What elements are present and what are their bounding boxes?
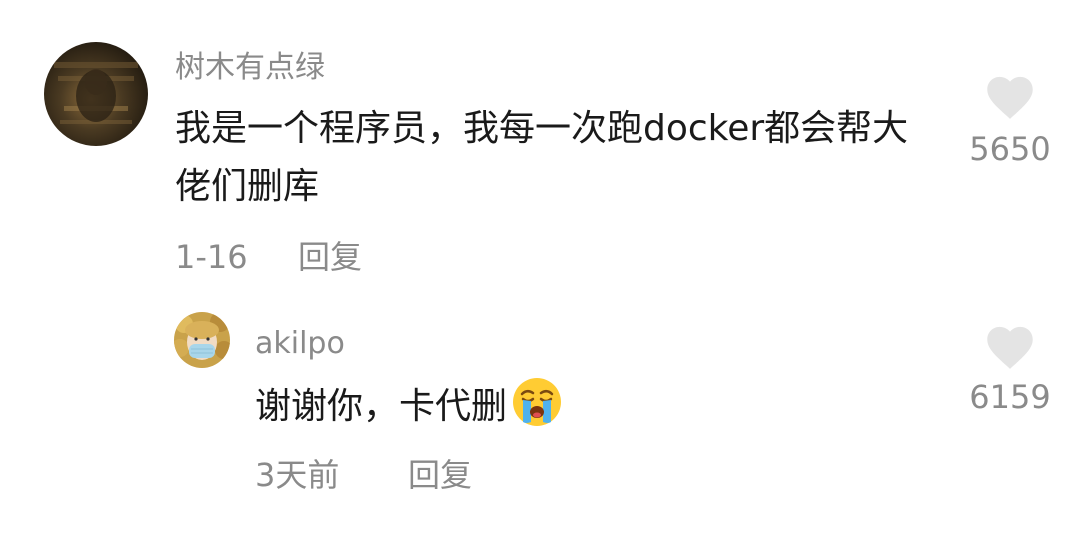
heart-icon — [987, 326, 1033, 369]
dark-photo-avatar[interactable] — [44, 42, 148, 146]
comment-text: 我是一个程序员，我每一次跑docker都会帮大佬们删库 — [175, 108, 909, 207]
like-button[interactable] — [982, 320, 1038, 374]
like-count: 5650 — [969, 130, 1051, 168]
reply-text: 谢谢你，卡代删 — [255, 386, 508, 427]
comment-date: 1-16 — [175, 238, 248, 276]
like-button[interactable] — [982, 70, 1038, 124]
reply-username[interactable]: akilpo — [255, 326, 345, 362]
reply-button[interactable]: 回复 — [298, 238, 362, 276]
like-count: 6159 — [969, 378, 1051, 416]
heart-icon — [987, 76, 1033, 119]
loudly-crying-face-emoji — [511, 376, 563, 446]
comment-username[interactable]: 树木有点绿 — [175, 50, 325, 86]
reply-button[interactable]: 回复 — [408, 456, 472, 494]
reply-date: 3天前 — [255, 456, 340, 494]
masked-face-avatar[interactable] — [174, 312, 230, 368]
reply-text-row: 谢谢你，卡代删 — [255, 376, 563, 446]
